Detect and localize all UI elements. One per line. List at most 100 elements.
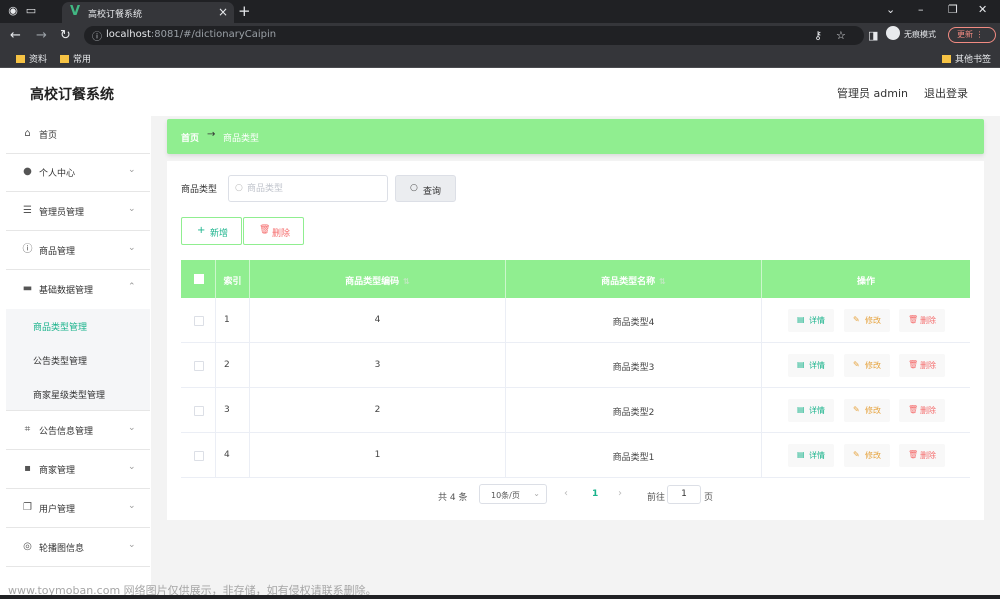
printer-icon: ▪ [24,463,31,474]
bookmark-folder-1[interactable]: 资料 [16,52,47,65]
tab-list-icon[interactable]: ⌄ [886,3,895,16]
edit-button[interactable]: ✎ 修改 [844,309,890,332]
chevron-up-icon: ⌃ [128,282,136,292]
sidebar-subitem-label: 商品类型管理 [33,323,88,333]
breadcrumb-home[interactable]: 首页 [181,131,199,144]
row-delete-button[interactable]: 🗑︎ 删除 [899,399,945,422]
tab-search-icon[interactable]: ▭ [24,4,38,18]
header-actions: 操作 [762,260,970,298]
header-code[interactable]: 商品类型编码 ⇅ [250,260,506,298]
goto-page-input[interactable]: 1 [667,485,701,504]
row-select-cell [181,433,216,478]
browser-tab[interactable]: V 高校订餐系统 × [62,2,234,23]
sidebar-item-products[interactable]: ⓘ 商品管理 ⌄ [6,232,150,270]
target-icon: ◎ [23,541,32,552]
restore-icon[interactable]: ❐ [948,3,958,16]
index-cell: 1 [216,298,250,343]
sidebar-subitem-label: 公告类型管理 [33,357,88,367]
row-checkbox[interactable] [194,316,204,326]
sidebar-item-profile[interactable]: ● 个人中心 ⌄ [6,154,150,192]
url-host: localhost [106,29,151,40]
forward-icon[interactable]: → [36,28,47,43]
person-icon: ● [23,166,32,177]
row-delete-button[interactable]: 🗑︎ 删除 [899,309,945,332]
star-icon[interactable]: ☆ [836,29,846,42]
browser-tab-bar: ◉ ▭ V 高校订餐系统 × + ⌄ – ❐ ✕ [0,0,1000,23]
pagination-total: 共 4 条 [438,493,468,503]
reload-icon[interactable]: ↻ [60,28,71,43]
row-checkbox[interactable] [194,406,204,416]
trash-icon: 🗑︎ [908,315,919,324]
site-info-icon[interactable]: ⓘ [92,28,102,43]
query-button[interactable]: ○ 查询 [395,175,456,202]
sort-icon[interactable]: ⇅ [403,277,410,286]
code-cell: 2 [250,388,506,433]
detail-button[interactable]: ▤ 详情 [788,444,834,467]
select-all-checkbox[interactable] [194,274,204,284]
row-delete-button[interactable]: 🗑︎ 删除 [899,354,945,377]
url-field[interactable]: ⓘ localhost:8081/#/dictionaryCaipin ⚷ ☆ [84,26,864,45]
document-icon: ▤ [797,405,805,414]
sidebar-subitem-merchant-star-type[interactable]: 商家星级类型管理 [6,377,150,411]
close-window-icon[interactable]: ✕ [978,3,987,16]
prev-page-button[interactable]: ‹ [564,488,568,499]
edit-icon: ✎ [853,315,860,324]
sidebar-item-merchants[interactable]: ▪ 商家管理 ⌄ [6,451,150,489]
row-checkbox[interactable] [194,361,204,371]
edit-button[interactable]: ✎ 修改 [844,399,890,422]
edit-button[interactable]: ✎ 修改 [844,444,890,467]
detail-button[interactable]: ▤ 详情 [788,309,834,332]
update-button[interactable]: 更新 ⋮ [948,27,996,43]
add-label: 新增 [210,229,229,239]
sidebar-item-notices[interactable]: ⌗ 公告信息管理 ⌄ [6,412,150,450]
edit-label: 修改 [865,361,881,370]
edit-button[interactable]: ✎ 修改 [844,354,890,377]
index-cell: 2 [216,343,250,388]
detail-button[interactable]: ▤ 详情 [788,354,834,377]
sort-icon[interactable]: ⇅ [659,277,666,286]
page-size-select[interactable]: 10条/页 ⌄ [479,484,547,504]
search-input[interactable] [247,181,377,196]
name-value: 商品类型2 [612,408,655,418]
next-page-button[interactable]: › [618,488,622,499]
actions-cell: ▤ 详情 ✎ 修改 🗑︎ 删除 [762,388,970,433]
sidepanel-icon[interactable]: ◨ [868,29,878,42]
sidebar-item-label: 轮播图信息 [39,544,85,554]
header-name[interactable]: 商品类型名称 ⇅ [506,260,762,298]
minimize-icon[interactable]: – [918,3,924,16]
edit-icon: ✎ [853,405,860,414]
back-icon[interactable]: ← [10,28,21,43]
bookmark-folder-2[interactable]: 常用 [60,52,91,65]
other-bookmarks[interactable]: 其他书签 [942,52,991,65]
search-icon: ○ [235,183,243,193]
vue-logo-icon: V [70,4,81,19]
main-panel: 商品类型 ○ ○ 查询 + 新增 🗑︎ 删除 索引 商品类型编码⇅ 商品类型名称… [167,161,984,520]
sliders-icon: ☰ [23,205,32,216]
sidebar-item-carousel[interactable]: ◎ 轮播图信息 ⌄ [6,529,150,567]
row-checkbox[interactable] [194,451,204,461]
column-header-label: 商品类型名称 ⇅ [506,274,761,287]
row-select-cell [181,298,216,343]
name-value: 商品类型1 [612,453,655,463]
chevron-down-icon: ⌄ [128,204,136,214]
sidebar-subitem-notice-type[interactable]: 公告类型管理 [6,343,150,377]
detail-button[interactable]: ▤ 详情 [788,399,834,422]
sidebar-subitem-product-type[interactable]: 商品类型管理 [6,309,150,343]
code-cell: 3 [250,343,506,388]
close-tab-icon[interactable]: × [218,5,228,19]
new-tab-icon[interactable]: + [238,2,251,20]
add-button[interactable]: + 新增 [181,217,242,245]
row-delete-button[interactable]: 🗑︎ 删除 [899,444,945,467]
sidebar-item-users[interactable]: ❐ 用户管理 ⌄ [6,490,150,528]
folder-icon [16,55,25,63]
page-number-current[interactable]: 1 [592,489,598,499]
logout-link[interactable]: 退出登录 [924,85,968,101]
index-cell: 4 [216,433,250,478]
sidebar-item-basic-data[interactable]: ▬ 基础数据管理 ⌃ [6,271,150,309]
breadcrumb-current: 商品类型 [223,134,260,144]
key-icon[interactable]: ⚷ [814,29,822,42]
sidebar-item-admins[interactable]: ☰ 管理员管理 ⌄ [6,193,150,231]
sidebar-item-home[interactable]: ⌂ 首页 [6,116,150,154]
chrome-menu-icon[interactable]: ◉ [6,4,20,18]
batch-delete-button[interactable]: 🗑︎ 删除 [243,217,304,245]
